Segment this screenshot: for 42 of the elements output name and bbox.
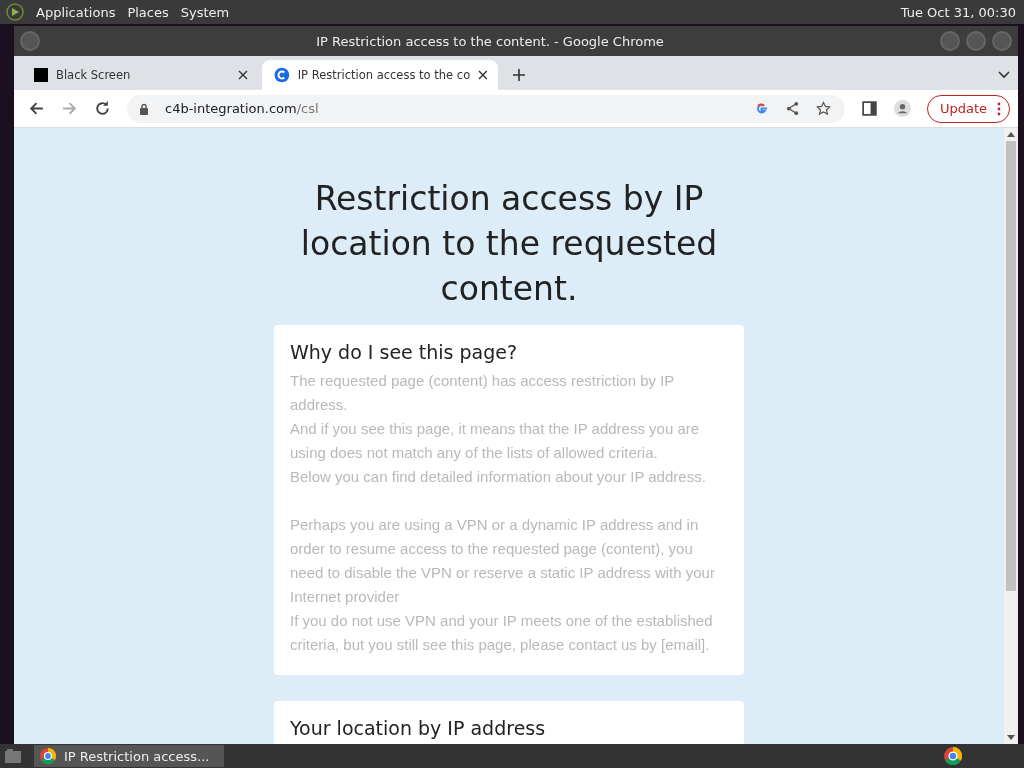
card-title: Your location by IP address (290, 717, 547, 739)
logo-icon[interactable] (6, 3, 24, 21)
scroll-down-icon (1007, 735, 1015, 740)
panel-menu[interactable]: System (180, 4, 230, 20)
tab-title: IP Restriction access to the co (297, 68, 471, 82)
scroll-up-icon (1007, 132, 1015, 137)
task-title: IP Restriction access... (64, 748, 210, 764)
site-icon (274, 67, 290, 83)
window-title: IP Restriction access to the content. - Google Chrome (315, 33, 665, 49)
more-icon (997, 101, 1001, 116)
back-icon[interactable] (28, 100, 45, 117)
star-icon[interactable] (815, 101, 831, 116)
chrome-icon[interactable] (944, 747, 962, 765)
body-text: If you do not use VPN and your IP meets one of the established criteria, but you still see this page, please contact us by [email]. (290, 611, 714, 655)
card-title: Why do I see this page? (290, 341, 519, 363)
scrollbar[interactable] (1004, 128, 1018, 744)
reload-icon[interactable] (94, 100, 111, 117)
update-button[interactable]: Update (926, 94, 1010, 123)
body-text: Below you can find detailed information about your IP address. (290, 467, 707, 487)
lock-icon (139, 102, 149, 115)
profile-icon[interactable] (893, 100, 911, 117)
body-text: The requested page (content) has access restriction by IP address. (290, 371, 676, 415)
share-icon[interactable] (784, 101, 800, 116)
tab-favicon (34, 68, 48, 82)
page-heading: Restriction access by IP location to the requested content. (299, 178, 719, 310)
tab-title: Black Screen (56, 68, 132, 82)
chrome-icon (40, 748, 56, 764)
panel-menu[interactable]: Applications (36, 4, 116, 20)
address-bar[interactable]: c4b-integration.com/csl (127, 94, 845, 123)
body-text: Perhaps you are using a VPN or a dynamic IP address and in order to resume access to the requested page (content), you need to disable the VPN or reserve a static IP address with your Internet provider (290, 515, 716, 607)
body-text: And if you see this page, it means that the IP address you are using does not match any of the lists of allowed criteria. (290, 419, 701, 463)
close-icon[interactable] (478, 70, 488, 80)
browser-tab[interactable]: Black Screen (22, 60, 258, 90)
chevron-down-icon[interactable] (998, 71, 1010, 79)
close-icon[interactable] (238, 70, 248, 80)
clock[interactable]: Tue Oct 31, 00:30 (900, 4, 1016, 20)
panel-menu[interactable]: Places (127, 4, 169, 20)
new-tab-icon[interactable] (512, 68, 526, 82)
side-panel-icon[interactable] (860, 100, 878, 117)
browser-tab[interactable]: IP Restriction access to the co (262, 60, 498, 90)
taskbar-item[interactable]: IP Restriction access... (34, 745, 224, 767)
desktop-icon[interactable] (4, 748, 22, 764)
